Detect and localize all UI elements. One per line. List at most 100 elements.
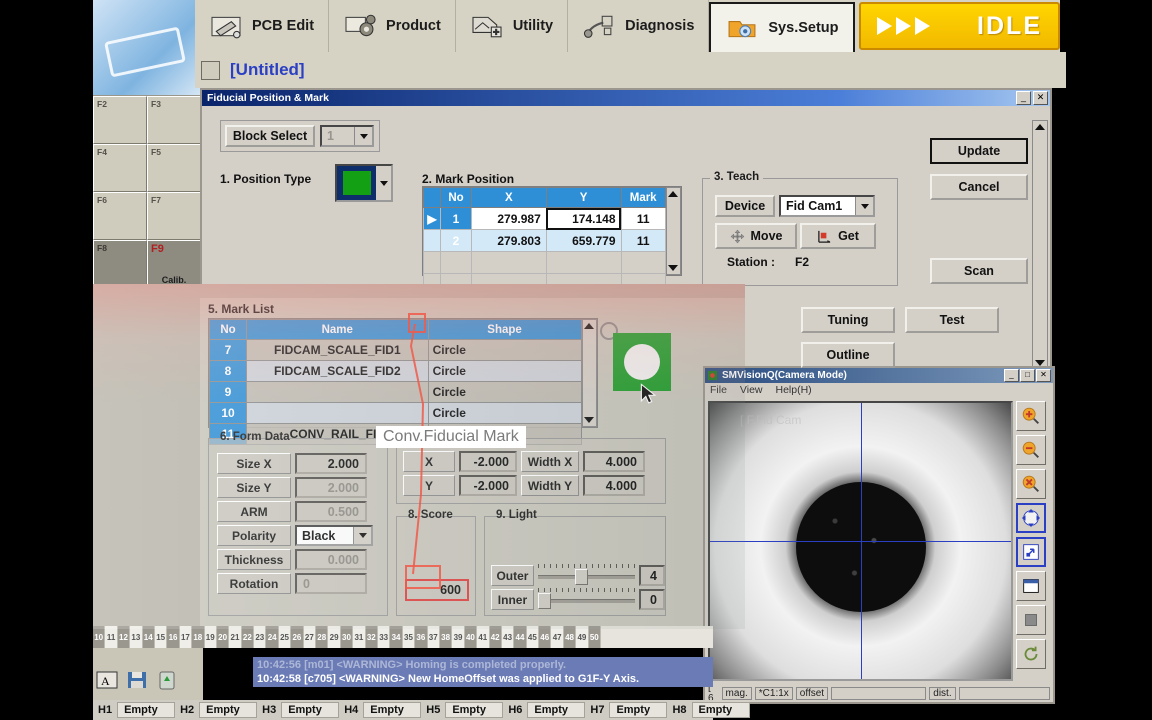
feeder-slot[interactable]: 46	[539, 626, 552, 648]
camera-menu-item[interactable]: View	[740, 384, 763, 396]
test-button[interactable]: Test	[905, 307, 999, 333]
scan-button[interactable]: Scan	[930, 258, 1028, 284]
minimize-icon[interactable]: _	[1016, 91, 1031, 105]
head-slot[interactable]: H5 Empty	[421, 700, 504, 720]
feeder-slot[interactable]: 38	[439, 626, 453, 648]
feeder-slot[interactable]: 42	[489, 626, 502, 648]
feeder-slot[interactable]: 41	[477, 626, 490, 648]
camera-menu-item[interactable]: Help(H)	[776, 384, 812, 396]
feeder-slot[interactable]: 30	[340, 626, 354, 648]
resize-icon[interactable]	[1016, 537, 1046, 567]
get-button[interactable]: Get	[800, 223, 876, 249]
camera-viewport[interactable]: [ F.Fid Cam	[708, 401, 1013, 681]
light-slider[interactable]	[537, 563, 635, 585]
menubar-tab-pcb-edit[interactable]: PCB Edit	[195, 0, 330, 52]
feeder-slot[interactable]: 22	[241, 626, 255, 648]
feeder-slot[interactable]: 36	[415, 626, 428, 648]
maximize-icon[interactable]: □	[1020, 369, 1035, 382]
table-row[interactable]: ▶ 1 279.987 174.148 11	[423, 207, 666, 230]
function-button-f8[interactable]: F8	[93, 240, 147, 288]
mark-list-scrollbar[interactable]	[581, 319, 597, 427]
function-button-f3[interactable]: F3	[147, 96, 201, 144]
feeder-slot[interactable]: 37	[427, 626, 440, 648]
search-widthy-value[interactable]: 4.000	[583, 475, 645, 496]
feeder-slot[interactable]: 43	[501, 626, 515, 648]
feeder-slot[interactable]: 23	[254, 626, 267, 648]
head-slot[interactable]: H6 Empty	[503, 700, 586, 720]
function-button-f9[interactable]: F9 Calib.	[147, 240, 201, 288]
feeder-slot[interactable]: 16	[167, 626, 180, 648]
function-button-f2[interactable]: F2	[93, 96, 147, 144]
zoom-out-icon[interactable]	[1016, 435, 1046, 465]
function-button-f5[interactable]: F5	[147, 144, 201, 192]
head-slot[interactable]: H2 Empty	[175, 700, 258, 720]
function-button-f6[interactable]: F6	[93, 192, 147, 240]
save-icon[interactable]	[125, 668, 149, 692]
zoom-in-icon[interactable]	[1016, 401, 1046, 431]
feeder-slot[interactable]: 24	[266, 626, 279, 648]
light-channel-value[interactable]: 0	[638, 589, 665, 610]
search-widthx-value[interactable]: 4.000	[583, 451, 645, 472]
search-y-value[interactable]: -2.000	[459, 475, 517, 496]
feeder-slot[interactable]: 31	[353, 626, 366, 648]
feeder-slot[interactable]: 47	[551, 626, 564, 648]
feeder-slot[interactable]: 27	[303, 626, 317, 648]
score-value[interactable]: 600	[405, 579, 469, 601]
feeder-slot[interactable]: 48	[563, 626, 577, 648]
head-slot[interactable]: H7 Empty	[585, 700, 668, 720]
machine-status-button[interactable]: IDLE	[858, 2, 1060, 50]
mark-position-table[interactable]: No X Y Mark ▶ 1 279.987 174.148 11 2 279.803 659.77…	[423, 187, 666, 299]
dialog-scrollbar[interactable]	[1032, 120, 1048, 370]
table-row[interactable]: 2 279.803 659.779 11	[423, 229, 666, 252]
list-item[interactable]: 10 Circle	[209, 402, 582, 424]
camera-menu-item[interactable]: File	[710, 384, 727, 396]
cancel-button[interactable]: Cancel	[930, 174, 1028, 200]
feeder-slot[interactable]: 28	[316, 626, 329, 648]
head-slot[interactable]: H4 Empty	[339, 700, 422, 720]
close-icon[interactable]: ✕	[1036, 369, 1051, 382]
head-slot[interactable]: H3 Empty	[257, 700, 340, 720]
feeder-slot[interactable]: 40	[464, 626, 478, 648]
feeder-slot[interactable]: 25	[278, 626, 292, 648]
text-icon[interactable]: A	[95, 668, 119, 692]
function-button-f4[interactable]: F4	[93, 144, 147, 192]
feeder-slot[interactable]: 13	[130, 626, 143, 648]
feeder-slot[interactable]: 12	[117, 626, 131, 648]
move-button[interactable]: Move	[715, 223, 797, 249]
form-field-value[interactable]: 2.000	[295, 453, 367, 474]
feeder-slot[interactable]: 19	[204, 626, 217, 648]
list-item[interactable]: 8 FIDCAM_SCALE_FID2 Circle	[209, 360, 582, 382]
window-icon[interactable]	[1016, 571, 1046, 601]
outline-button[interactable]: Outline	[801, 342, 895, 368]
head-slot[interactable]: H8 Empty	[667, 700, 750, 720]
zoom-reset-icon[interactable]	[1016, 469, 1046, 499]
block-select-dropdown[interactable]: 1	[320, 125, 374, 147]
device-button[interactable]: Device	[715, 195, 775, 217]
fit-screen-icon[interactable]	[1016, 503, 1046, 533]
feeder-slot[interactable]: 32	[365, 626, 378, 648]
feeder-slot-bar[interactable]: 10 11 12 13 14 15 16 17 18 19 20 21 22 23 24 25 26 27 28 29…	[93, 626, 713, 648]
position-type-dropdown[interactable]	[335, 164, 393, 202]
menubar-tab-diagnosis[interactable]: Diagnosis	[568, 0, 710, 52]
tuning-button[interactable]: Tuning	[801, 307, 895, 333]
light-channel-value[interactable]: 4	[638, 565, 665, 586]
feeder-slot[interactable]: 11	[105, 626, 118, 648]
feeder-slot[interactable]: 33	[377, 626, 391, 648]
device-dropdown[interactable]: Fid Cam1	[779, 195, 875, 217]
refresh-icon[interactable]	[1016, 639, 1046, 669]
feeder-slot[interactable]: 44	[514, 626, 527, 648]
stop-icon[interactable]	[1016, 605, 1046, 635]
menubar-tab-utility[interactable]: Utility	[456, 0, 569, 52]
feeder-slot[interactable]: 21	[229, 626, 242, 648]
feeder-slot[interactable]: 29	[328, 626, 341, 648]
head-slot[interactable]: H1 Empty	[93, 700, 176, 720]
menubar-tab-sys-setup[interactable]: Sys.Setup	[709, 2, 855, 52]
search-x-value[interactable]: -2.000	[459, 451, 517, 472]
list-item[interactable]: 7 FIDCAM_SCALE_FID1 Circle	[209, 339, 582, 361]
feeder-slot[interactable]: 10	[93, 626, 106, 648]
feeder-slot[interactable]: 17	[179, 626, 193, 648]
polarity-dropdown[interactable]: Black	[295, 525, 373, 546]
recycle-icon[interactable]	[155, 668, 179, 692]
menubar-tab-product[interactable]: Product	[329, 0, 456, 52]
close-icon[interactable]: ✕	[1033, 91, 1048, 105]
